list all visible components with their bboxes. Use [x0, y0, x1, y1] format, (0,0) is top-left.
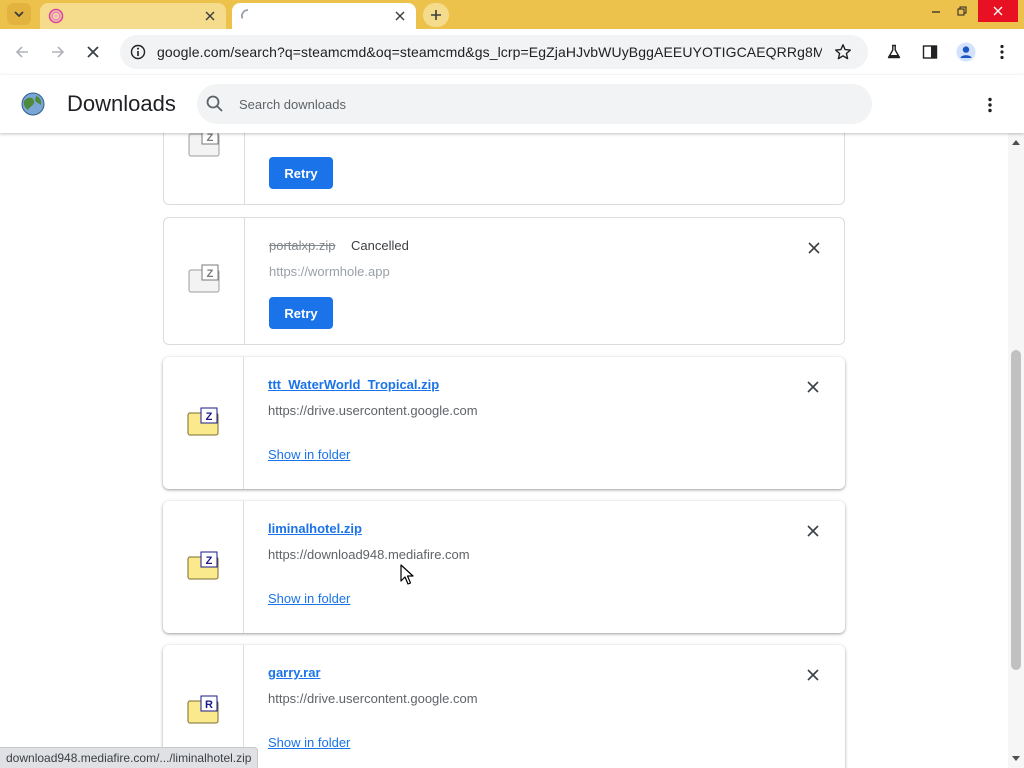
tab-close-button[interactable]: [392, 8, 408, 24]
tab-title: [264, 3, 392, 29]
show-in-folder-link[interactable]: Show in folder: [268, 447, 350, 462]
site-info-icon[interactable]: [130, 44, 146, 60]
downloads-header: Downloads: [0, 75, 1024, 133]
wormhole-favicon: [48, 8, 64, 24]
labs-button[interactable]: [882, 40, 906, 64]
show-in-folder-link[interactable]: Show in folder: [268, 591, 350, 606]
close-icon: [993, 6, 1003, 16]
more-actions-button[interactable]: [978, 93, 1002, 117]
back-button[interactable]: [10, 40, 34, 64]
svg-text:Z: Z: [206, 555, 213, 567]
minimize-icon: [932, 11, 940, 13]
svg-text:R: R: [205, 699, 213, 711]
rar-file-icon: R: [187, 695, 219, 724]
close-icon: [205, 11, 215, 21]
chevron-down-icon: [14, 11, 24, 18]
flask-icon: [887, 44, 901, 59]
page-scrollbar[interactable]: [1008, 133, 1024, 768]
zip-file-icon: Z: [187, 407, 219, 436]
plus-icon: [431, 10, 441, 20]
tab-wormhole[interactable]: [40, 3, 226, 29]
browser-toolbar: google.com/search?q=steamcmd&oq=steamcmd…: [0, 29, 1024, 75]
address-bar-url[interactable]: google.com/search?q=steamcmd&oq=steamcmd…: [157, 44, 822, 60]
search-icon: [206, 95, 223, 112]
bookmark-star-button[interactable]: [832, 41, 854, 63]
remove-download-button[interactable]: [803, 377, 823, 397]
download-file-link[interactable]: ttt_WaterWorld_Tropical.zip: [268, 377, 439, 392]
download-source: https://drive.usercontent.google.com: [268, 403, 478, 418]
downloads-list: Z Retry Z portalxp.zip Cancelled https:/…: [0, 133, 1024, 768]
scrollbar-thumb[interactable]: [1011, 350, 1021, 670]
svg-text:Z: Z: [207, 268, 214, 280]
file-icon-column: Z: [164, 218, 245, 344]
close-icon: [808, 242, 820, 254]
svg-text:Z: Z: [206, 411, 213, 423]
remove-download-button[interactable]: [803, 665, 823, 685]
profile-button[interactable]: [954, 40, 978, 64]
zip-file-icon: Z: [188, 133, 220, 157]
star-icon: [835, 44, 851, 60]
chrome-downloads-logo: [21, 92, 45, 116]
new-tab-button[interactable]: [423, 3, 449, 27]
forward-arrow-icon: [52, 46, 65, 58]
restore-button[interactable]: [946, 0, 978, 22]
zip-file-icon: Z: [187, 551, 219, 580]
stop-loading-button[interactable]: [81, 40, 105, 64]
scroll-up-arrow-icon: [1012, 140, 1020, 145]
download-source: https://download948.mediafire.com: [268, 547, 470, 562]
tab-search-button[interactable]: [7, 3, 31, 25]
download-file-link[interactable]: liminalhotel.zip: [268, 521, 362, 536]
mouse-cursor-icon: [400, 564, 414, 585]
download-item: Z portalxp.zip Cancelled https://wormhol…: [163, 217, 845, 345]
tab-title: [72, 3, 202, 29]
close-icon: [807, 525, 819, 537]
download-source: https://drive.usercontent.google.com: [268, 691, 478, 706]
download-source: https://wormhole.app: [269, 264, 390, 279]
side-panel-button[interactable]: [918, 40, 942, 64]
close-icon: [807, 381, 819, 393]
side-panel-icon: [922, 45, 938, 59]
close-window-button[interactable]: [978, 0, 1018, 22]
file-icon-column: Z: [163, 501, 244, 633]
search-downloads-field[interactable]: [197, 84, 872, 124]
browser-menu-button[interactable]: [990, 40, 1014, 64]
file-icon-column: Z: [164, 133, 245, 204]
zip-file-icon: Z: [188, 264, 220, 293]
vertical-dots-icon: [1000, 44, 1004, 60]
download-status: Cancelled: [351, 238, 409, 253]
tab-strip: [0, 0, 1024, 29]
link-status-bar: download948.mediafire.com/.../liminalhot…: [0, 747, 259, 768]
restore-icon: [957, 6, 967, 16]
scroll-down-button[interactable]: [1008, 753, 1024, 765]
tab-downloads[interactable]: [232, 3, 416, 29]
download-item: R garry.rar https://drive.usercontent.go…: [163, 645, 845, 768]
tab-close-button[interactable]: [202, 8, 218, 24]
download-item: Z ttt_WaterWorld_Tropical.zip https://dr…: [163, 357, 845, 489]
back-arrow-icon: [15, 46, 28, 58]
scroll-down-arrow-icon: [1012, 756, 1020, 761]
avatar-icon: [956, 42, 976, 62]
forward-button[interactable]: [46, 40, 70, 64]
file-icon-column: Z: [163, 357, 244, 489]
download-file-link[interactable]: garry.rar: [268, 665, 321, 680]
show-in-folder-link[interactable]: Show in folder: [268, 735, 350, 750]
retry-button[interactable]: Retry: [269, 297, 333, 329]
page-title: Downloads: [67, 91, 176, 116]
retry-button[interactable]: Retry: [269, 157, 333, 189]
loading-spinner-icon: [241, 9, 249, 19]
close-icon: [395, 11, 405, 21]
close-icon: [87, 46, 99, 58]
download-item: Z liminalhotel.zip https://download948.m…: [163, 501, 845, 633]
remove-download-button[interactable]: [803, 521, 823, 541]
search-input[interactable]: [239, 96, 819, 112]
scroll-up-button[interactable]: [1008, 136, 1024, 148]
download-item: Z Retry: [163, 133, 845, 205]
vertical-dots-icon: [988, 97, 992, 113]
address-bar[interactable]: google.com/search?q=steamcmd&oq=steamcmd…: [120, 35, 868, 69]
remove-download-button[interactable]: [804, 238, 824, 258]
svg-text:Z: Z: [207, 133, 214, 144]
close-icon: [807, 669, 819, 681]
download-file-name: portalxp.zip: [269, 238, 336, 253]
